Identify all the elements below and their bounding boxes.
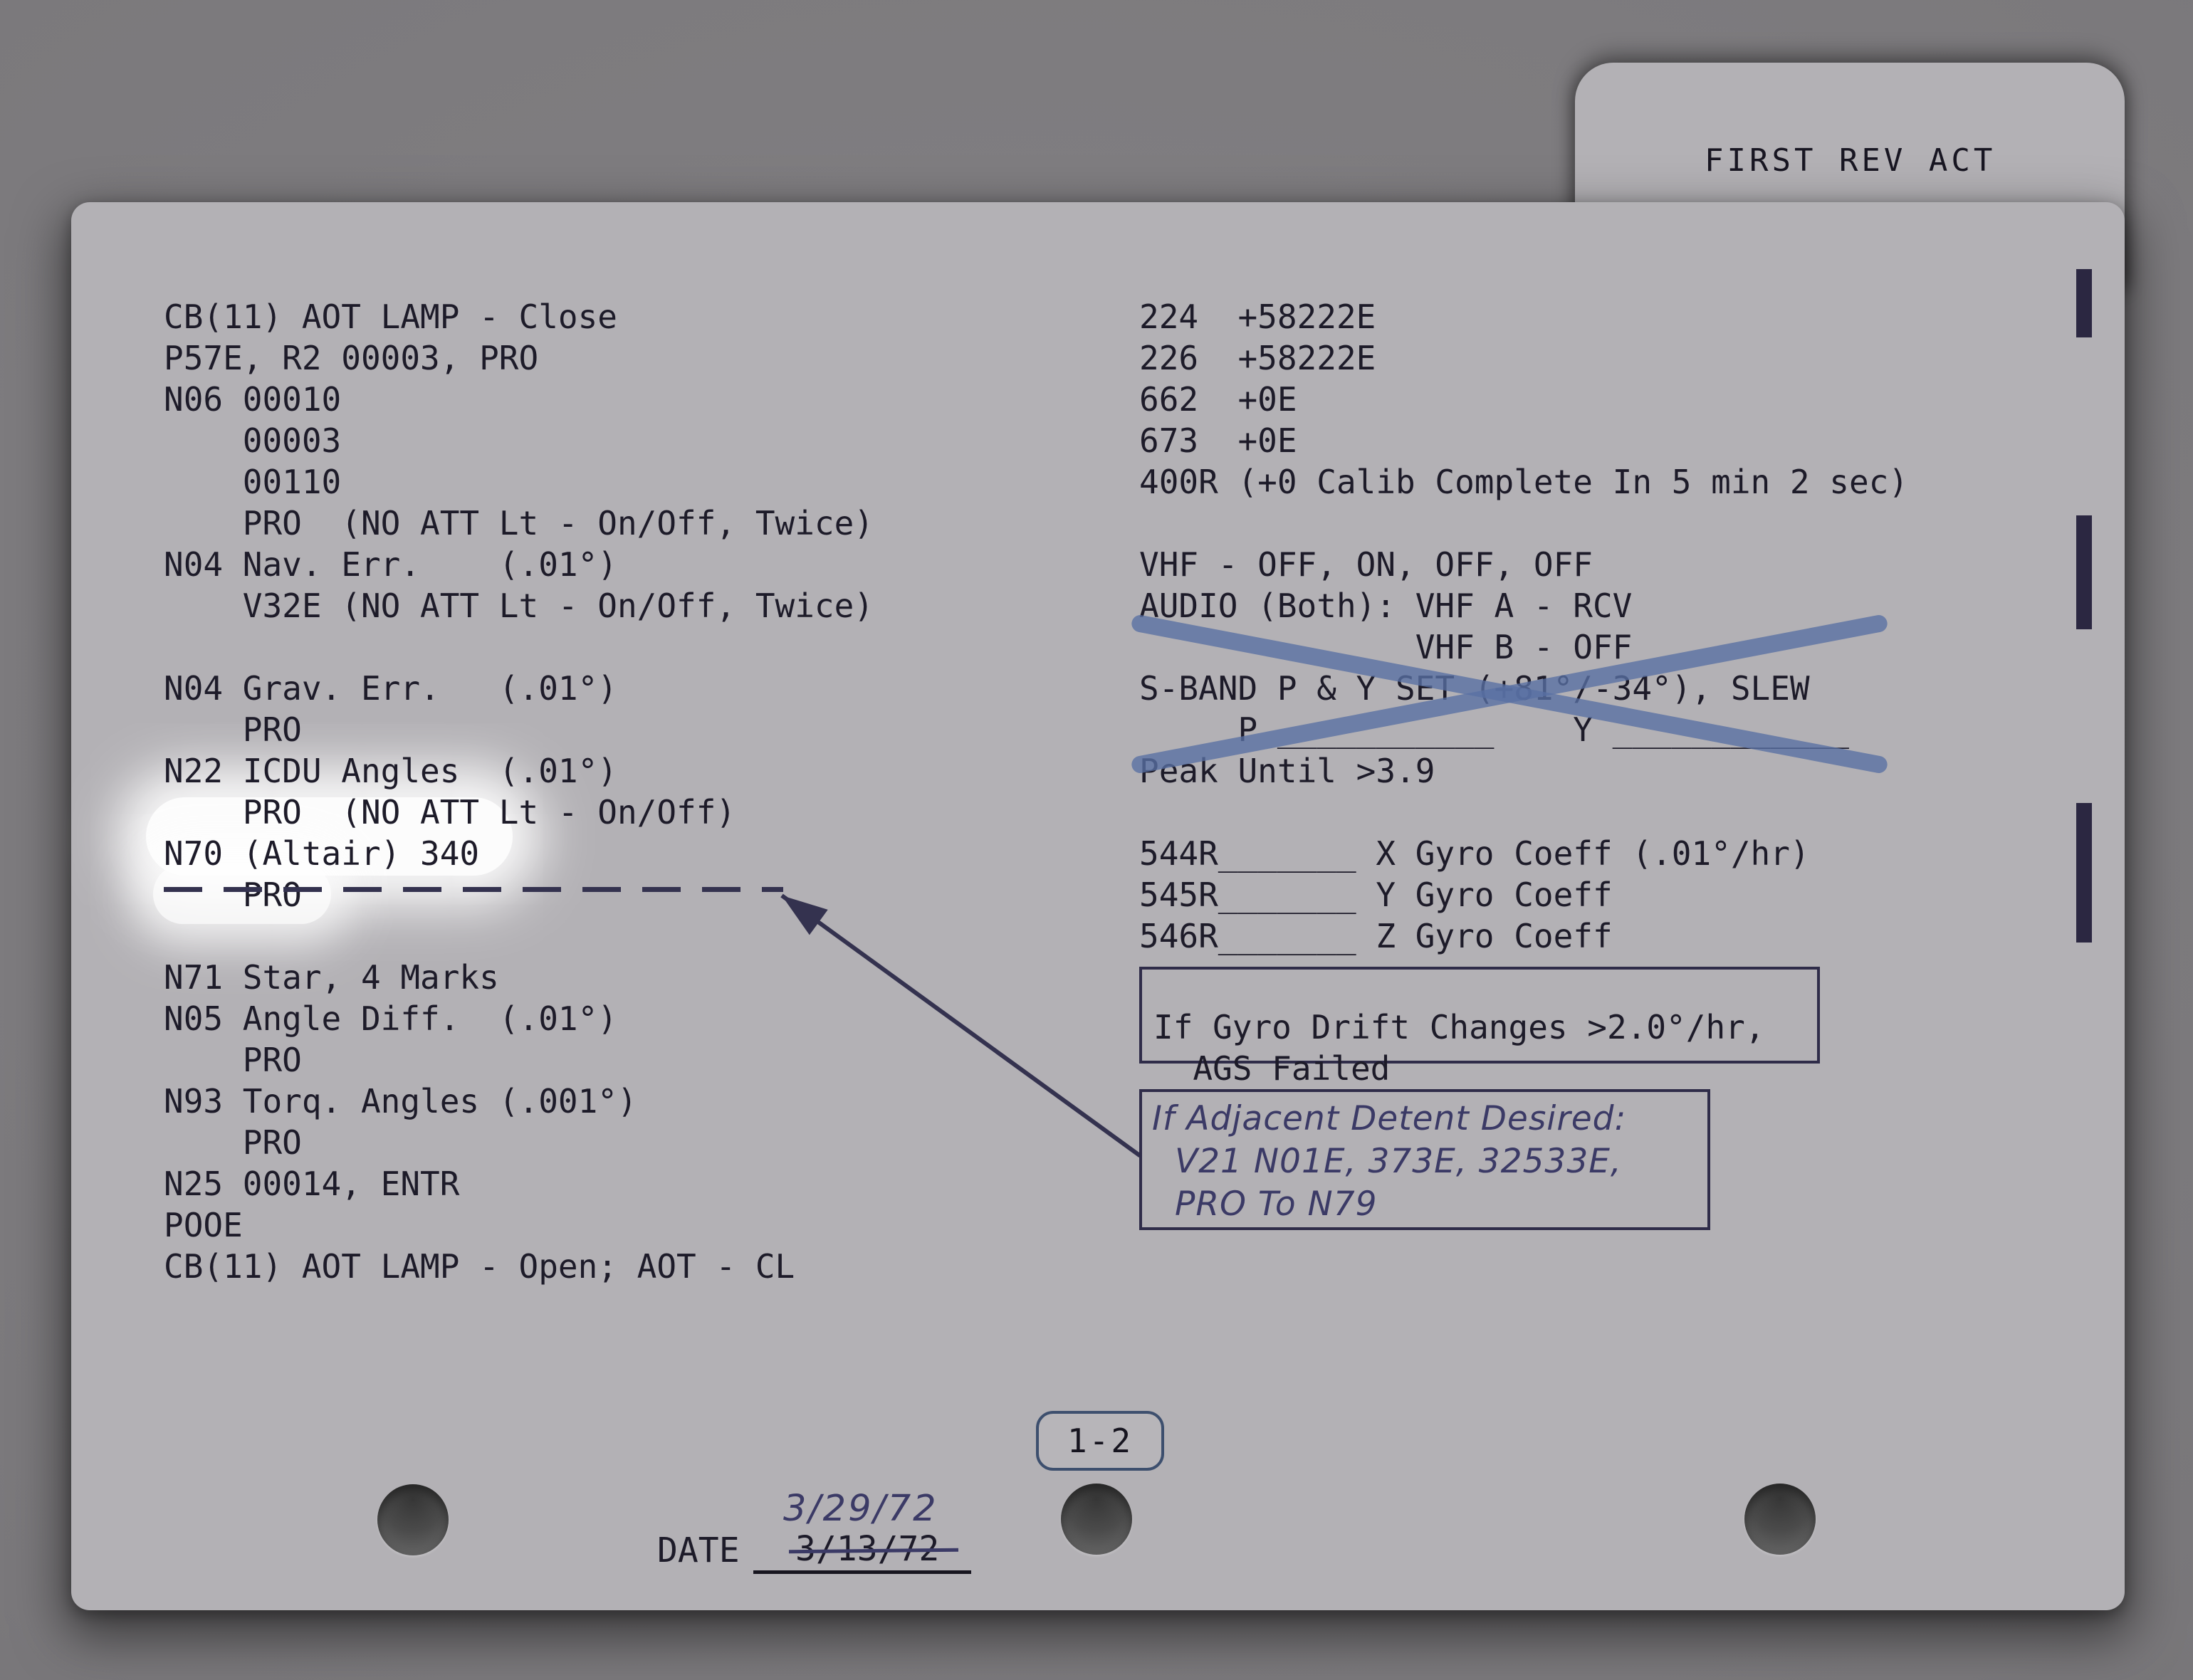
handwritten-note-line-2: V21 N01E, 373E, 32533E,	[1175, 1140, 1707, 1183]
left-procedure-text: CB(11) AOT LAMP - Close P57E, R2 00003, …	[164, 296, 874, 1287]
sband-crossout	[1132, 614, 1887, 775]
handwritten-note-line-1: If Adjacent Detent Desired:	[1152, 1098, 1707, 1140]
apollo-cue-card-scene: FIRST REV ACT CB(11) AOT LAMP - Close P5…	[0, 0, 2193, 1680]
handwritten-date: 3/29/72	[783, 1488, 938, 1530]
divider-dashed-line	[164, 887, 783, 892]
handwritten-note-line-3: PRO To N79	[1175, 1183, 1707, 1226]
index-card: CB(11) AOT LAMP - Close P57E, R2 00003, …	[71, 202, 2125, 1610]
edge-tick-mark-2	[2076, 515, 2092, 629]
gyro-drift-warning-box: If Gyro Drift Changes >2.0°/hr, AGS Fail…	[1139, 967, 1820, 1064]
punch-hole-left	[377, 1484, 449, 1555]
gyro-drift-warning-text: If Gyro Drift Changes >2.0°/hr, AGS Fail…	[1153, 1007, 1765, 1089]
page-number-badge: 1-2	[1036, 1411, 1164, 1471]
edge-tick-mark-1	[2076, 269, 2092, 337]
page-number-label: 1-2	[1067, 1422, 1133, 1460]
edge-tick-mark-3	[2076, 803, 2092, 943]
date-underline	[753, 1570, 971, 1574]
punch-hole-right	[1744, 1484, 1816, 1555]
index-tab-label: FIRST REV ACT	[1705, 142, 1996, 179]
handwritten-note-box: If Adjacent Detent Desired: V21 N01E, 37…	[1139, 1089, 1710, 1230]
punch-hole-center	[1061, 1484, 1132, 1555]
date-label: DATE	[657, 1531, 740, 1570]
